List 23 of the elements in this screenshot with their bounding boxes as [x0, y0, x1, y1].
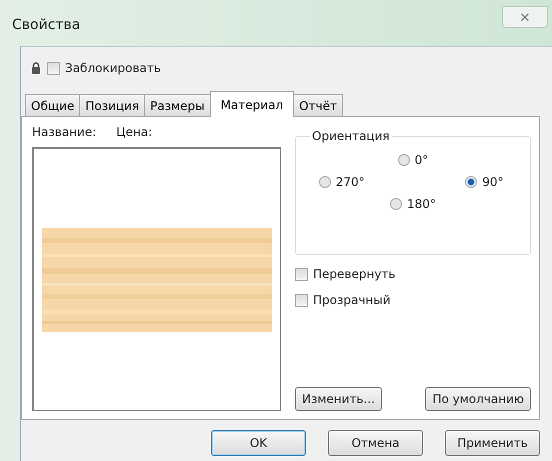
lock-checkbox[interactable]: Заблокировать — [47, 61, 161, 75]
radio-button[interactable]: 0° — [398, 153, 428, 167]
group-title: Ориентация — [311, 129, 391, 143]
tab[interactable]: Отчёт — [293, 94, 344, 116]
checkbox[interactable]: Перевернуть — [295, 267, 531, 281]
name-label: Название: — [32, 125, 96, 139]
tab[interactable]: Размеры — [144, 94, 211, 116]
close-button[interactable]: ✕ — [502, 6, 548, 28]
checkbox[interactable]: Прозрачный — [295, 293, 531, 307]
tab[interactable]: Позиция — [79, 94, 146, 116]
radio-button[interactable]: 90° — [465, 175, 504, 189]
dialog-button[interactable]: Отмена — [328, 430, 423, 456]
radio-button[interactable]: 270° — [318, 175, 365, 189]
price-label: Цена: — [116, 125, 152, 139]
tab[interactable]: Общие — [25, 94, 80, 116]
dialog-button[interactable]: Применить — [445, 430, 540, 456]
button[interactable]: По умолчанию — [425, 387, 531, 411]
radio-button[interactable]: 180° — [390, 197, 436, 211]
button[interactable]: Изменить... — [295, 387, 382, 411]
window-title: Свойства — [12, 17, 80, 33]
lock-icon — [31, 62, 41, 74]
tab[interactable]: Материал — [210, 91, 294, 117]
dialog-button[interactable]: OK — [211, 430, 306, 456]
